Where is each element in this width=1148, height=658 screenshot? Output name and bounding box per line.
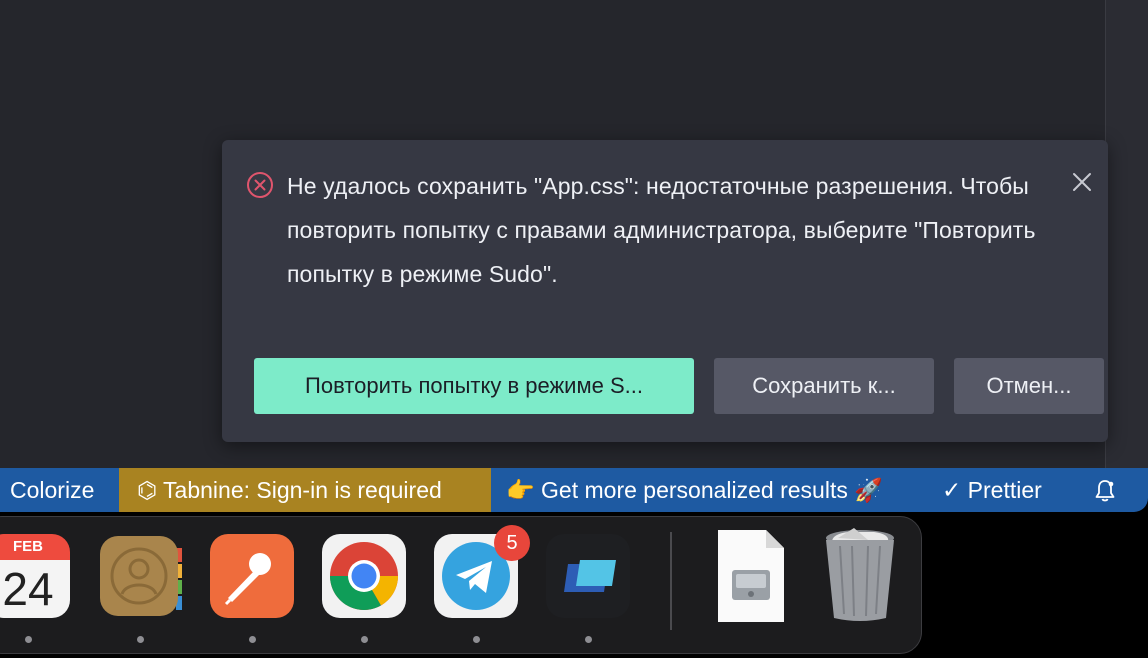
close-icon[interactable] (1068, 168, 1096, 196)
calendar-app-icon[interactable]: FEB 24 (0, 534, 70, 618)
chrome-app-icon[interactable] (322, 534, 406, 618)
contacts-app-icon[interactable] (98, 534, 182, 618)
cancel-button[interactable]: Отмен... (954, 358, 1104, 414)
dock-running-indicator (361, 636, 368, 643)
notification-message: Не удалось сохранить "App.css": недостат… (287, 173, 1036, 287)
dock-separator (670, 532, 672, 630)
blue-app-icon[interactable] (546, 534, 630, 618)
postman-app-icon[interactable] (210, 534, 294, 618)
retry-sudo-button[interactable]: Повторить попытку в режиме S... (254, 358, 694, 414)
error-notification: Не удалось сохранить "App.css": недостат… (222, 140, 1108, 442)
statusbar-personalized-results[interactable]: 👉 Get more personalized results 🚀 (506, 468, 883, 512)
statusbar-tabnine[interactable]: ⌬ Tabnine: Sign-in is required (119, 468, 491, 512)
dock-running-indicator (249, 636, 256, 643)
dock-running-indicator (473, 636, 480, 643)
editor-scrollbar[interactable] (1105, 0, 1148, 468)
statusbar-prettier[interactable]: ✓ Prettier (942, 468, 1042, 512)
status-bar: Colorize ⌬ Tabnine: Sign-in is required … (0, 468, 1148, 512)
save-as-button[interactable]: Сохранить к... (714, 358, 934, 414)
dock-running-indicator (25, 636, 32, 643)
dock-running-indicator (137, 636, 144, 643)
telegram-badge: 5 (494, 525, 530, 561)
bell-icon[interactable] (1090, 468, 1120, 512)
calendar-day: 24 (0, 560, 70, 618)
statusbar-colorize[interactable]: Colorize (10, 468, 94, 512)
dock-running-indicator (585, 636, 592, 643)
trash-icon[interactable] (818, 524, 902, 624)
error-circle-icon (247, 172, 273, 198)
calendar-month: FEB (0, 534, 70, 560)
disk-image-file-icon[interactable] (708, 528, 792, 624)
